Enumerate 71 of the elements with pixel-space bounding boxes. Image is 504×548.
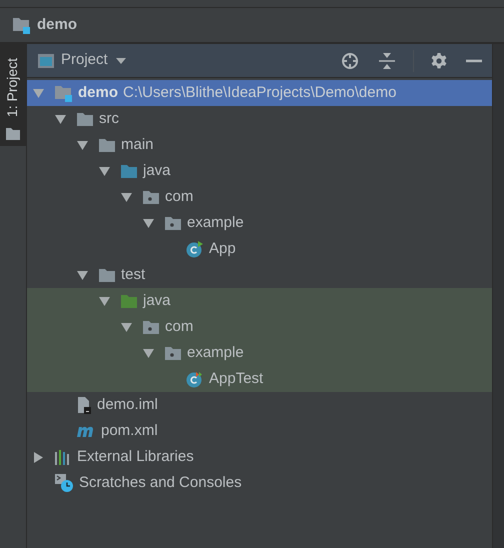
- folder-icon: [120, 164, 138, 178]
- expanded-arrow-icon[interactable]: [143, 218, 154, 228]
- minimize-icon[interactable]: [466, 58, 482, 62]
- item-label: java: [143, 290, 171, 311]
- tree-row[interactable]: External Libraries: [27, 444, 492, 470]
- item-label: pom.xml: [101, 420, 158, 441]
- folder-icon: [76, 112, 94, 126]
- tree-row[interactable]: src: [27, 106, 492, 132]
- item-label: Scratches and Consoles: [79, 472, 242, 493]
- window-icon: [37, 52, 55, 68]
- caret-icon: [116, 58, 126, 64]
- view-selector[interactable]: Project: [61, 49, 126, 72]
- package-icon: [164, 216, 182, 230]
- folder-icon: [120, 294, 138, 308]
- module-folder-icon: [12, 16, 31, 34]
- item-label: main: [121, 134, 154, 155]
- tree-row[interactable]: main: [27, 132, 492, 158]
- tree-row[interactable]: example: [27, 340, 492, 366]
- expanded-arrow-icon[interactable]: [121, 322, 132, 332]
- tree-row[interactable]: com: [27, 184, 492, 210]
- libraries-icon: [54, 449, 72, 465]
- expanded-arrow-icon[interactable]: [99, 166, 110, 176]
- project-tool-tab[interactable]: 1: Project: [0, 44, 26, 146]
- item-label: External Libraries: [77, 446, 194, 467]
- tree-row[interactable]: Scratches and Consoles: [27, 470, 492, 496]
- collapsed-arrow-icon[interactable]: [33, 452, 44, 462]
- folder-icon: [98, 138, 116, 152]
- item-label: example: [187, 212, 244, 233]
- scratches-icon: [54, 473, 74, 493]
- expanded-arrow-icon[interactable]: [99, 296, 110, 306]
- tree-row[interactable]: com: [27, 314, 492, 340]
- expanded-arrow-icon[interactable]: [55, 114, 66, 124]
- collapse-all-icon[interactable]: [379, 52, 395, 70]
- folder-icon: [6, 128, 20, 140]
- item-label: demo: [78, 82, 118, 103]
- folder-icon: [98, 268, 116, 282]
- tree-row[interactable]: example: [27, 210, 492, 236]
- tool-tab-label: 1: Project: [4, 57, 22, 117]
- package-icon: [164, 346, 182, 360]
- expanded-arrow-icon[interactable]: [121, 192, 132, 202]
- package-icon: [142, 190, 160, 204]
- item-label: demo.iml: [97, 394, 158, 415]
- file-icon: [76, 396, 92, 414]
- tree-row[interactable]: App: [27, 236, 492, 262]
- item-label: test: [121, 264, 146, 285]
- tree-row[interactable]: pom.xml: [27, 418, 492, 444]
- item-label: src: [99, 108, 119, 129]
- expanded-arrow-icon[interactable]: [77, 270, 88, 280]
- item-label: App: [209, 238, 236, 259]
- tree-row[interactable]: demo C:\Users\Blithe\IdeaProjects\Demo\demo: [27, 80, 492, 106]
- expanded-arrow-icon[interactable]: [77, 140, 88, 150]
- tree-row[interactable]: test: [27, 262, 492, 288]
- expanded-arrow-icon[interactable]: [143, 348, 154, 358]
- settings-icon[interactable]: [430, 52, 448, 70]
- tree-row[interactable]: java: [27, 158, 492, 184]
- breadcrumb-title[interactable]: demo: [37, 14, 78, 36]
- package-icon: [142, 320, 160, 334]
- module-folder-icon: [54, 84, 73, 102]
- item-path: C:\Users\Blithe\IdeaProjects\Demo\demo: [123, 82, 396, 103]
- tree-row[interactable]: AppTest: [27, 366, 492, 392]
- item-label: AppTest: [209, 368, 264, 389]
- tree-row[interactable]: java: [27, 288, 492, 314]
- tree-row[interactable]: demo.iml: [27, 392, 492, 418]
- class-icon: [186, 240, 204, 258]
- item-label: java: [143, 160, 171, 181]
- item-label: com: [165, 186, 194, 207]
- maven-icon: [76, 424, 96, 438]
- locate-icon[interactable]: [341, 52, 359, 70]
- item-label: example: [187, 342, 244, 363]
- item-label: com: [165, 316, 194, 337]
- class-icon: [186, 370, 204, 388]
